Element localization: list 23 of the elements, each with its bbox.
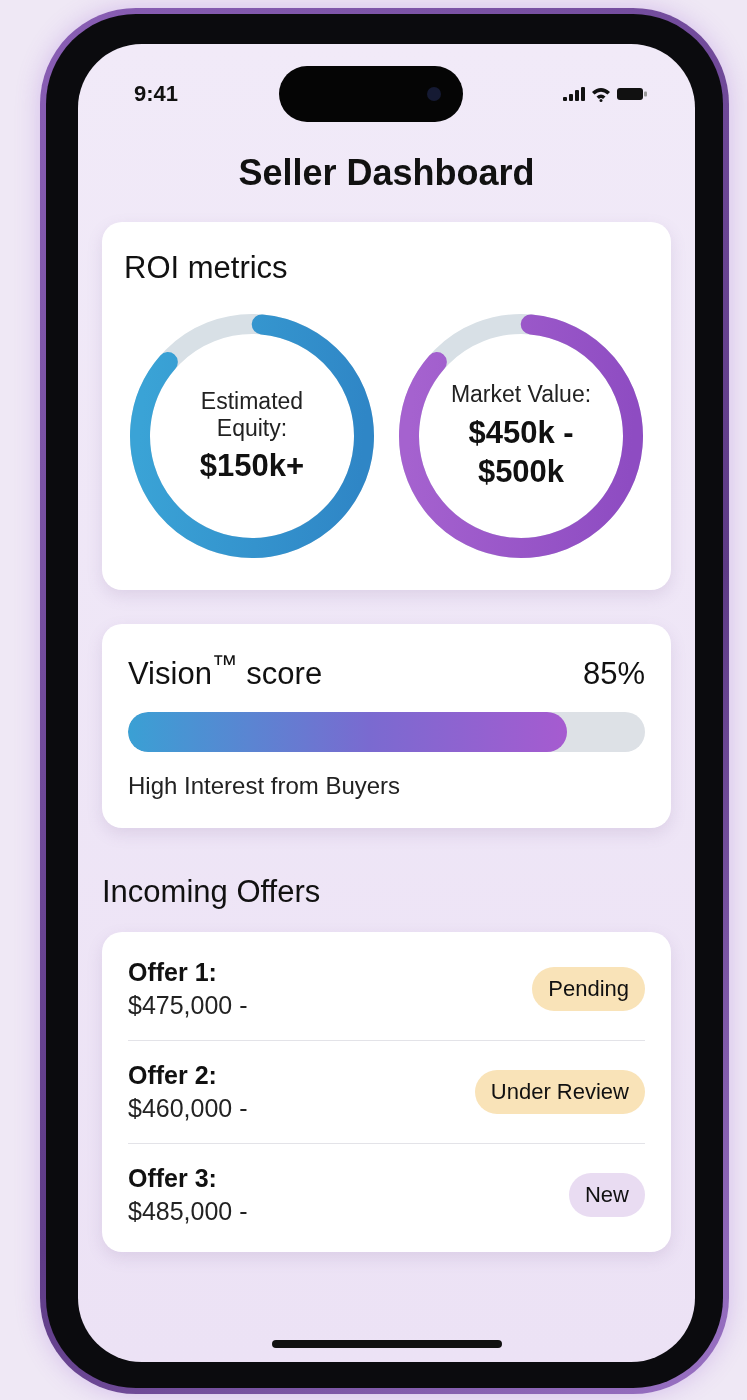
screen-title: Seller Dashboard (237, 152, 536, 194)
card-title: ROI metrics (124, 250, 289, 286)
offer-name: Offer 3: (128, 1164, 218, 1194)
offer-name: Offer 1: (128, 958, 218, 988)
signal-icon (563, 87, 585, 101)
status-badge: Under Review (474, 1070, 645, 1115)
metric-value: $150k+ (199, 448, 305, 484)
section-title: Incoming Offers (102, 874, 322, 911)
status-badge: New (569, 1173, 645, 1218)
status-badge: Pending (532, 967, 645, 1012)
score-caption: High Interest from Buyers (128, 772, 402, 801)
offer-amount: $460,000 - (128, 1094, 248, 1124)
offer-amount: $475,000 - (128, 991, 248, 1021)
offer-name: Offer 2: (128, 1061, 218, 1091)
status-time: 9:41 (134, 81, 179, 107)
metric-label: Market Value: (450, 380, 592, 408)
wifi-icon (591, 86, 611, 102)
card-title: Vision$^{™}$ score (128, 650, 323, 693)
score-percent: 85% (582, 656, 645, 693)
offer-amount: $485,000 - (128, 1197, 248, 1227)
metric-label: Estimated Equity: (199, 388, 305, 442)
metric-value: $450k - $500k (467, 413, 575, 491)
battery-icon (617, 87, 647, 101)
